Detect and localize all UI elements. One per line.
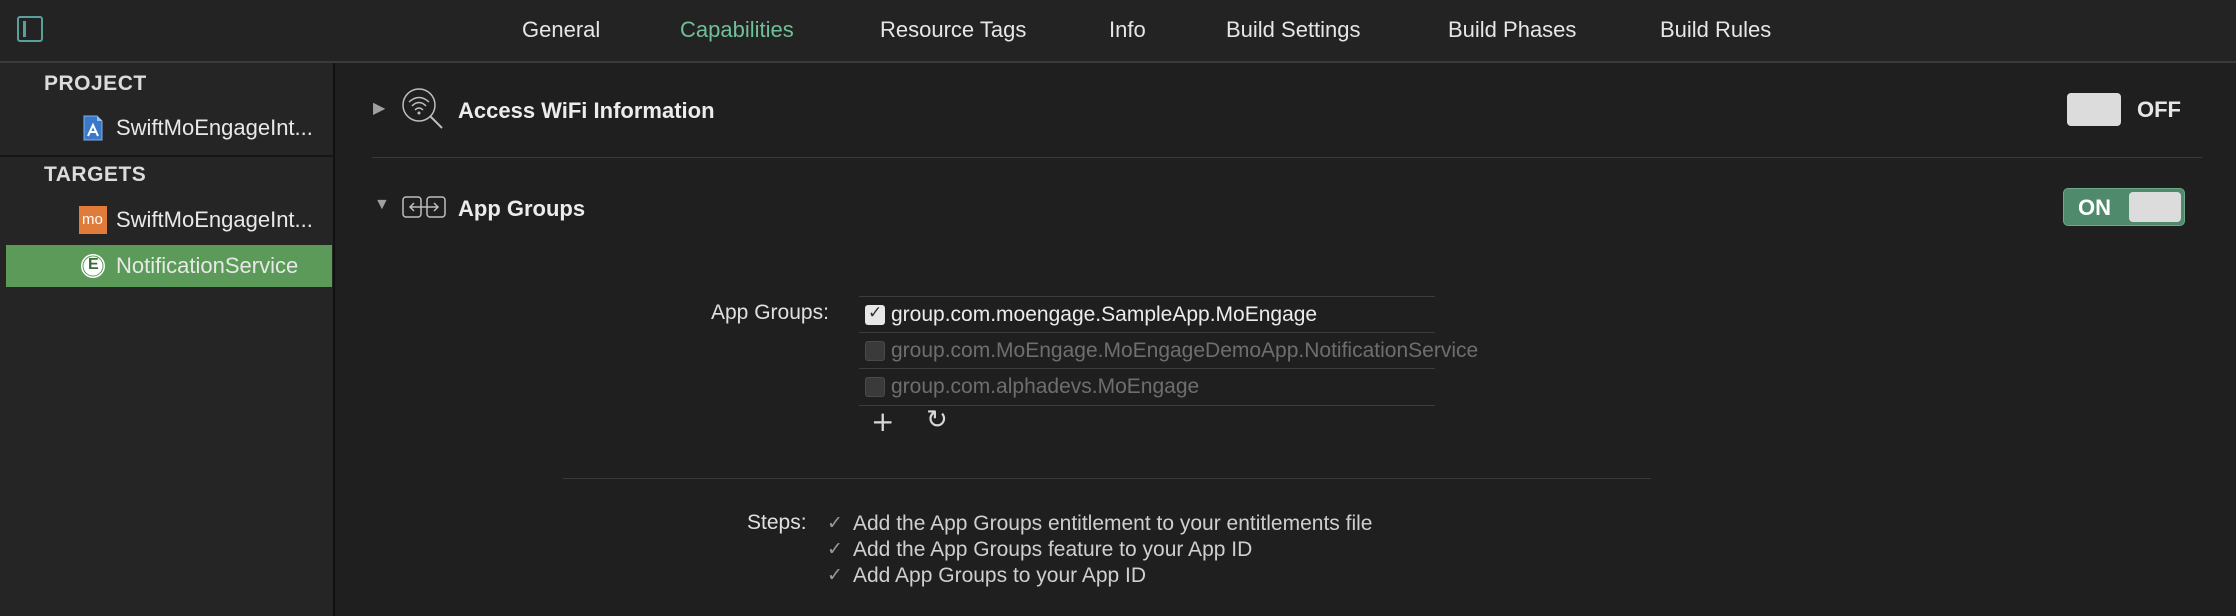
refresh-icon[interactable]: ↻ <box>926 405 948 435</box>
tab-resource-tags[interactable]: Resource Tags <box>880 17 1026 43</box>
capability-title-app-groups: App Groups <box>458 196 586 221</box>
navigator-toggle-icon[interactable] <box>17 16 43 42</box>
step-item: Add App Groups to your App ID <box>853 564 1147 587</box>
section-divider <box>563 478 1651 479</box>
target-item-app[interactable]: mo SwiftMoEngageInt... <box>6 199 332 241</box>
disclosure-expanded-icon[interactable]: ▼ <box>374 196 390 214</box>
disclosure-collapsed-icon[interactable]: ▶ <box>373 98 385 118</box>
step-check-icon: ✓ <box>827 538 843 560</box>
app-groups-capability-toggle[interactable]: ON <box>2063 188 2185 226</box>
tab-build-phases[interactable]: Build Phases <box>1448 17 1576 43</box>
navigator-divider <box>0 155 333 157</box>
target-item-app-label: SwiftMoEngageInt... <box>116 207 313 232</box>
app-group-checkbox[interactable] <box>865 303 885 325</box>
tab-build-settings[interactable]: Build Settings <box>1226 17 1361 43</box>
app-group-checkbox[interactable] <box>865 341 885 361</box>
tab-capabilities[interactable]: Capabilities <box>680 17 794 43</box>
app-groups-icon <box>402 196 446 218</box>
plus-icon[interactable]: + <box>871 405 894 438</box>
app-group-name: group.com.alphadevs.MoEngage <box>891 375 1200 398</box>
step-item: Add the App Groups feature to your App I… <box>853 538 1253 561</box>
app-group-checkbox[interactable] <box>865 377 885 397</box>
project-item[interactable]: SwiftMoEngageInt... <box>6 107 332 149</box>
project-header: PROJECT <box>44 72 147 95</box>
app-group-row[interactable]: group.com.alphadevs.MoEngage <box>859 368 1435 406</box>
wifi-search-icon <box>402 88 443 129</box>
editor-tab-bar: General Capabilities Resource Tags Info … <box>0 0 2236 63</box>
wifi-capability-toggle[interactable] <box>2067 93 2121 126</box>
capabilities-editor: ▶ Access WiFi Information OFF ▼ App Grou… <box>335 63 2236 616</box>
step-item: Add the App Groups entitlement to your e… <box>853 512 1373 535</box>
app-group-name: group.com.moengage.SampleApp.MoEngage <box>891 303 1318 326</box>
project-file-icon <box>83 115 103 141</box>
step-check-icon: ✓ <box>827 512 843 534</box>
app-groups-field-label: App Groups: <box>711 301 829 324</box>
target-item-notification-service-label: NotificationService <box>116 253 299 278</box>
extension-target-icon-text: E <box>88 256 99 273</box>
project-item-label: SwiftMoEngageInt... <box>116 115 313 140</box>
toggle-knob <box>2129 192 2181 222</box>
step-check-icon: ✓ <box>827 564 843 586</box>
project-target-navigator: PROJECT SwiftMoEngageInt... TARGETS mo S… <box>0 63 335 616</box>
capability-title-wifi: Access WiFi Information <box>458 98 715 123</box>
app-groups-toggle-state: ON <box>2078 195 2111 220</box>
app-group-name: group.com.MoEngage.MoEngageDemoApp.Notif… <box>891 339 1479 362</box>
tab-build-rules[interactable]: Build Rules <box>1660 17 1771 43</box>
capability-divider <box>372 157 2202 158</box>
wifi-toggle-state: OFF <box>2137 97 2181 122</box>
targets-header: TARGETS <box>44 163 147 186</box>
tab-info[interactable]: Info <box>1109 17 1146 43</box>
tab-general[interactable]: General <box>522 17 600 43</box>
steps-label: Steps: <box>747 511 807 534</box>
app-group-row[interactable]: group.com.moengage.SampleApp.MoEngage <box>859 296 1435 333</box>
target-item-notification-service[interactable]: E NotificationService <box>6 245 332 287</box>
app-target-icon-text: mo <box>82 211 103 228</box>
app-group-row[interactable]: group.com.MoEngage.MoEngageDemoApp.Notif… <box>859 332 1478 369</box>
